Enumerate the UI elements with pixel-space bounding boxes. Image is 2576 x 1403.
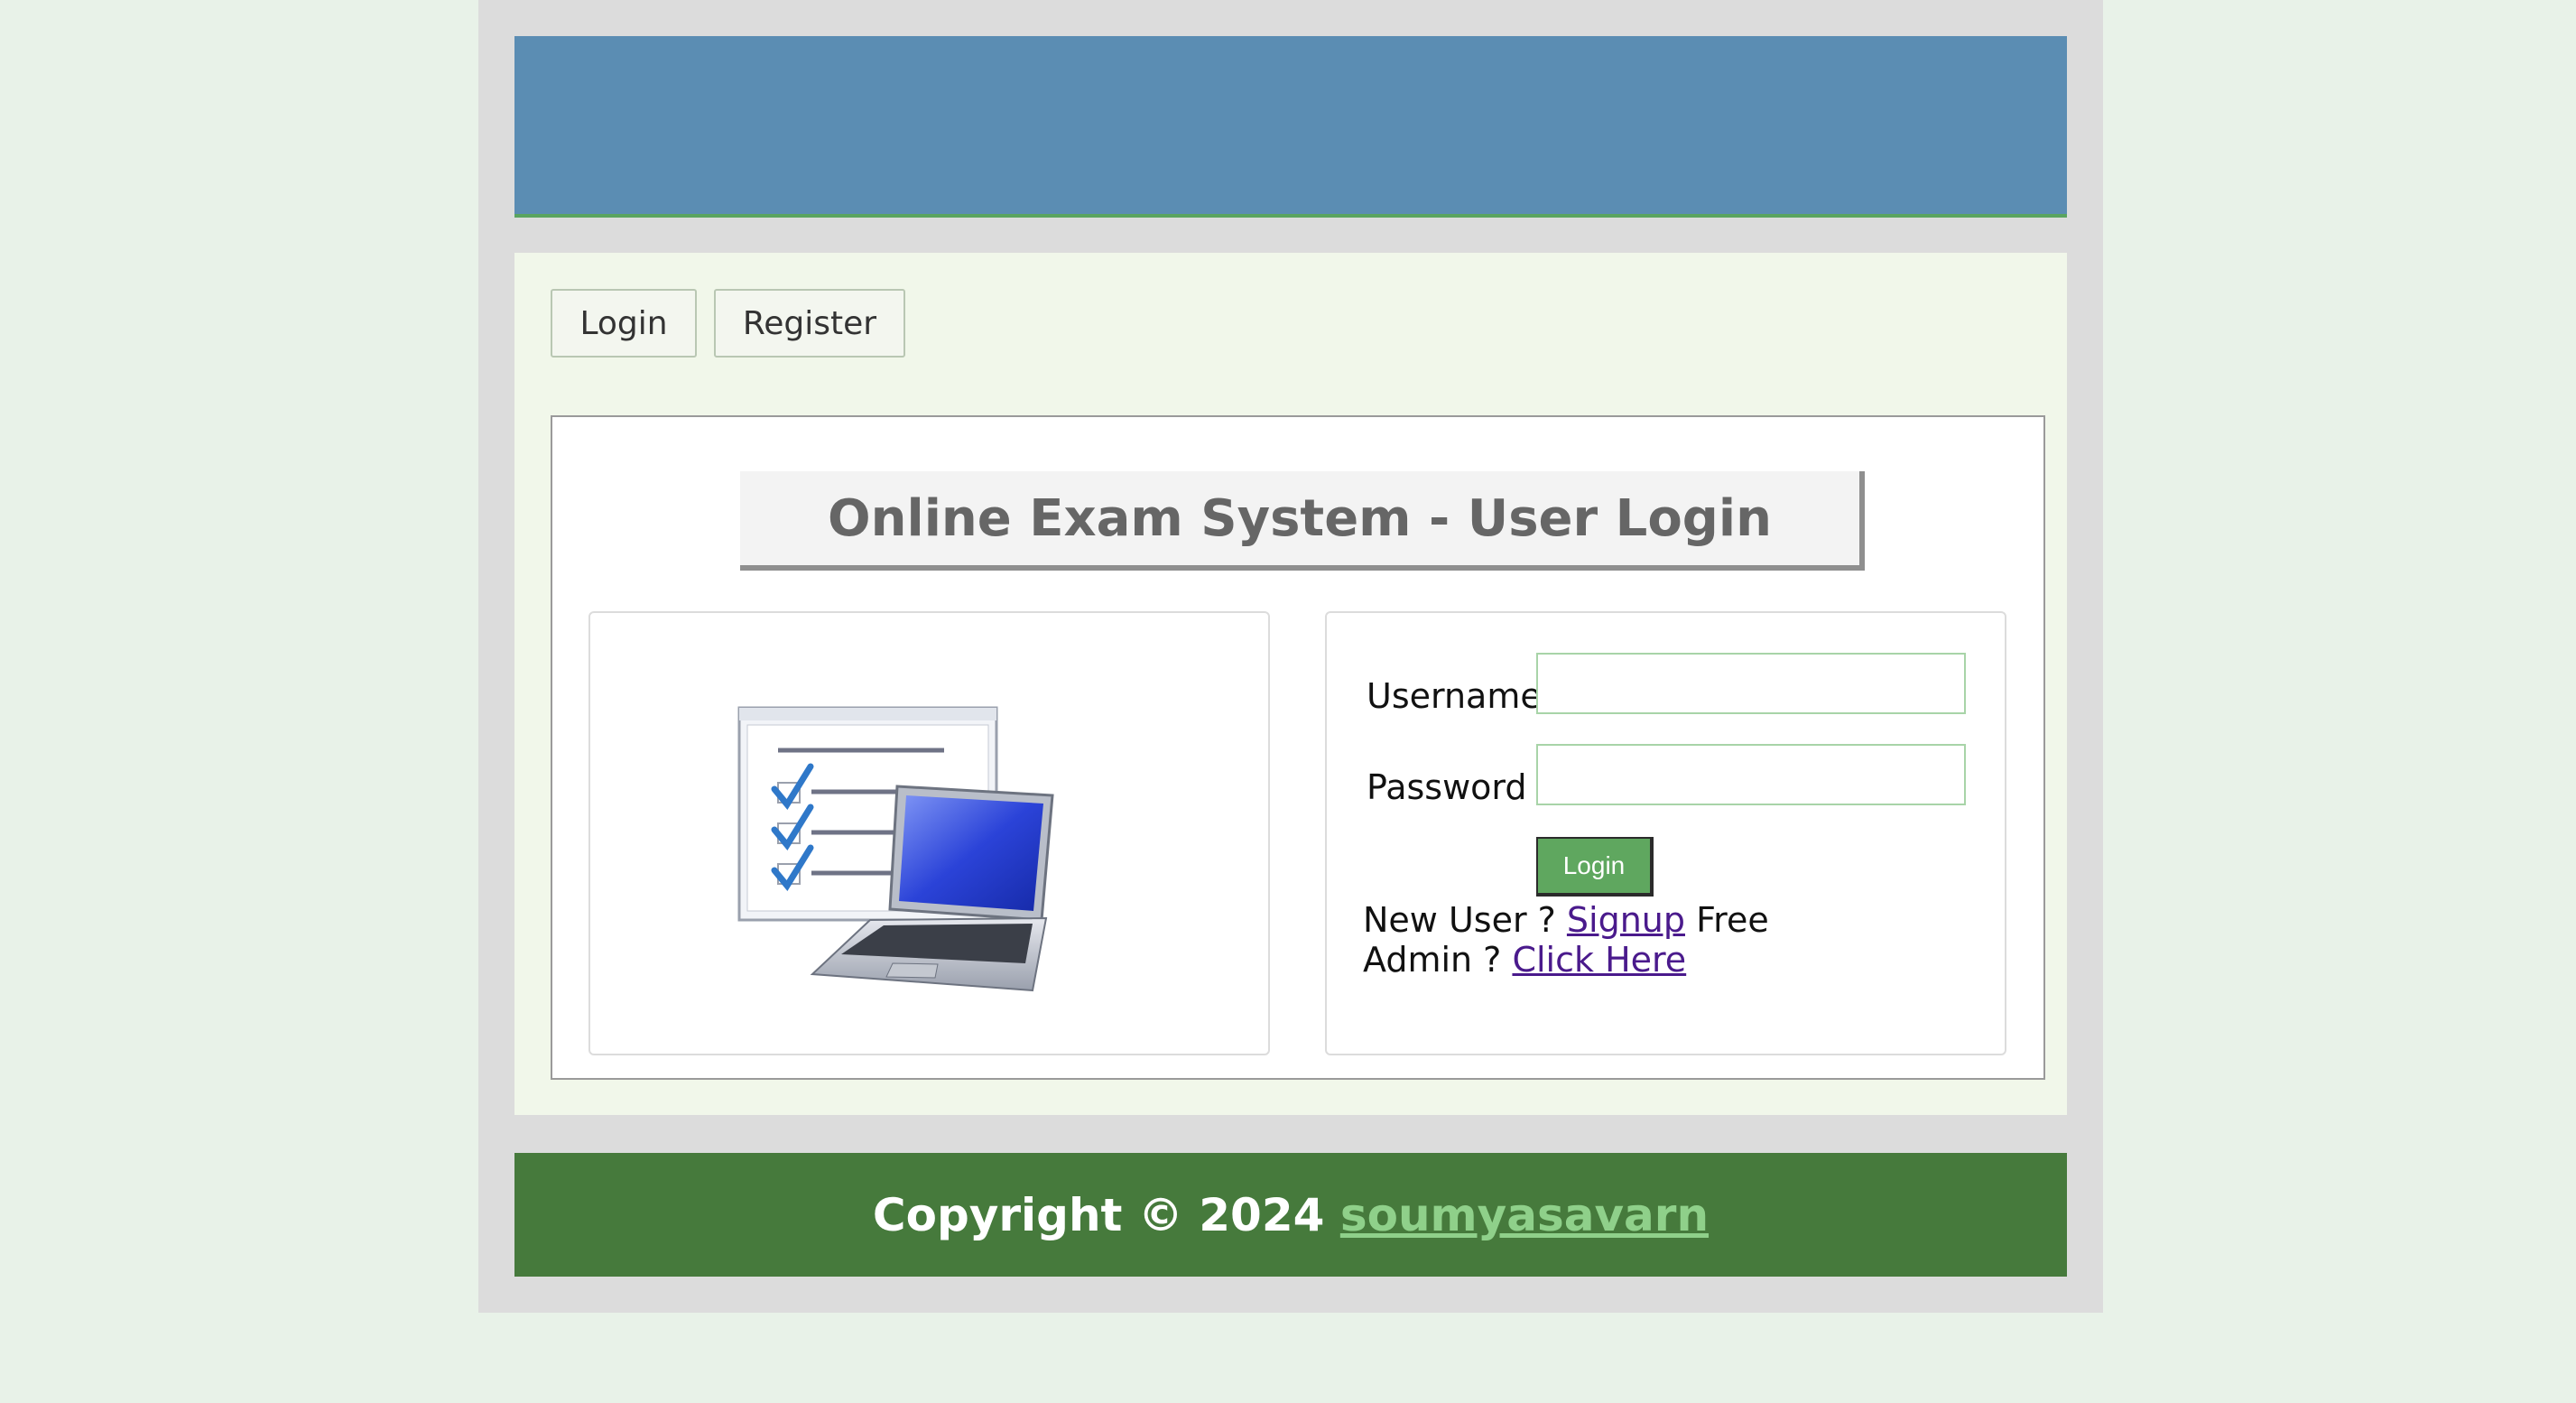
admin-line: Admin ? Click Here: [1363, 940, 1686, 980]
author-link[interactable]: soumyasavarn: [1340, 1189, 1709, 1241]
header-banner: [514, 36, 2067, 218]
admin-prefix: Admin ?: [1363, 940, 1513, 980]
signup-link[interactable]: Signup: [1567, 900, 1685, 940]
login-submit-button[interactable]: Login: [1536, 837, 1654, 897]
illustration-card: [588, 611, 1270, 1055]
copyright-text: Copyright © 2024: [872, 1188, 1340, 1241]
new-user-line: New User ? Signup Free: [1363, 900, 1769, 940]
password-input[interactable]: [1536, 744, 1966, 805]
new-user-prefix: New User ?: [1363, 900, 1567, 940]
password-label: Password: [1367, 767, 1527, 807]
username-label: Username: [1367, 676, 1542, 716]
username-input[interactable]: [1536, 653, 1966, 714]
exam-checklist-laptop-icon: [737, 706, 1054, 992]
main-content: Login Register Online Exam System - User…: [514, 253, 2067, 1115]
footer: Copyright © 2024 soumyasavarn: [514, 1153, 2067, 1277]
admin-click-here-link[interactable]: Click Here: [1512, 940, 1686, 980]
new-user-suffix: Free: [1685, 900, 1769, 940]
nav-register-button[interactable]: Register: [714, 289, 905, 358]
page-title: Online Exam System - User Login: [740, 471, 1865, 571]
login-panel: Online Exam System - User Login Username…: [551, 415, 2045, 1080]
login-form-card: Username Password Login New User ? Signu…: [1325, 611, 2006, 1055]
nav-login-button[interactable]: Login: [551, 289, 697, 358]
page-wrapper: Login Register Online Exam System - User…: [478, 0, 2103, 1313]
